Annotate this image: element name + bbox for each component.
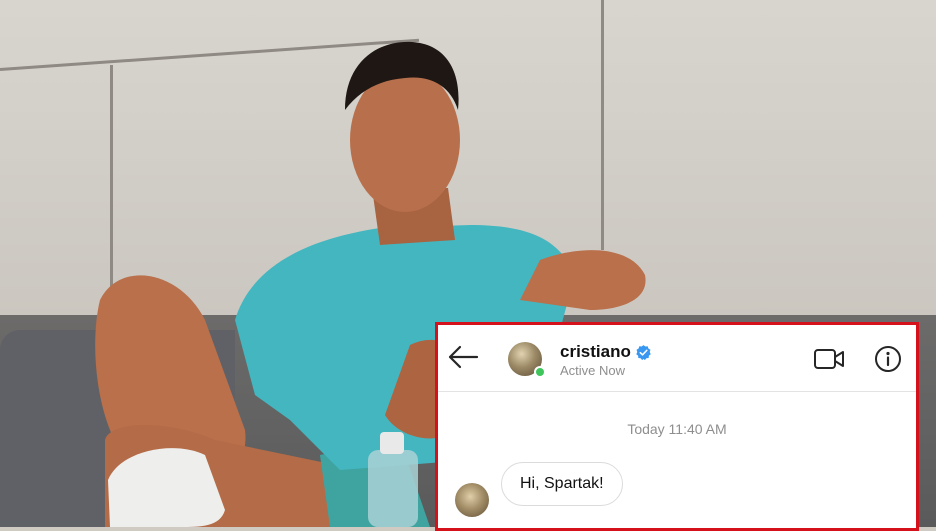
username[interactable]: cristiano [560,342,631,362]
arrow-left-icon[interactable] [447,345,479,369]
video-camera-icon[interactable] [813,347,845,371]
verified-badge-icon [636,345,651,361]
message-thread: Today 11:40 AM Hi, Spartak! [438,392,916,528]
chat-header: cristiano Active Now [438,325,916,392]
message-timestamp: Today 11:40 AM [627,421,727,437]
direct-message-panel: cristiano Active Now Today 11:40 AM Hi, … [435,322,919,531]
info-icon[interactable] [874,345,902,373]
online-indicator [534,366,546,378]
sender-avatar[interactable] [455,483,489,517]
message-bubble[interactable]: Hi, Spartak! [501,462,623,506]
active-status: Active Now [560,363,626,378]
